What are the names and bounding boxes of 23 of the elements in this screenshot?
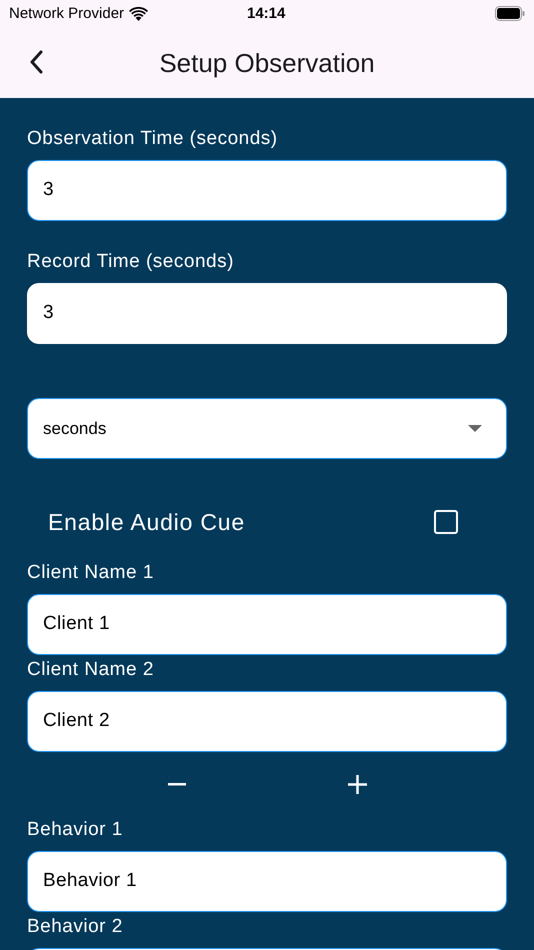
wifi-icon <box>129 7 148 21</box>
text-field[interactable]: 3 <box>27 160 507 221</box>
field-label: Client Name 1 <box>27 562 155 584</box>
clock-time: 14:14 <box>247 4 286 24</box>
text-field[interactable]: Client 1 <box>27 594 507 655</box>
screen-title: Setup Observation <box>159 46 375 80</box>
minus-icon <box>168 782 186 786</box>
battery-icon <box>495 6 525 21</box>
plus-icon <box>348 774 366 794</box>
dropdown-arrow-icon <box>468 425 482 432</box>
checkbox[interactable] <box>434 510 458 534</box>
field-label: Behavior 1 <box>27 819 124 841</box>
carrier-name: Network Provider <box>9 4 124 24</box>
field-label: Observation Time (seconds) <box>27 128 279 150</box>
field-label: Behavior 2 <box>27 916 124 938</box>
field-label: Client Name 2 <box>27 659 155 681</box>
back-chevron-icon <box>29 50 43 74</box>
text-field[interactable]: 3 <box>27 283 507 344</box>
text-field[interactable]: Behavior 1 <box>27 851 507 912</box>
text-field[interactable]: Client 2 <box>27 691 507 752</box>
checkbox-label: Enable Audio Cue <box>48 508 246 537</box>
unit-dropdown[interactable]: seconds <box>27 398 507 459</box>
field-label: Record Time (seconds) <box>27 251 235 273</box>
